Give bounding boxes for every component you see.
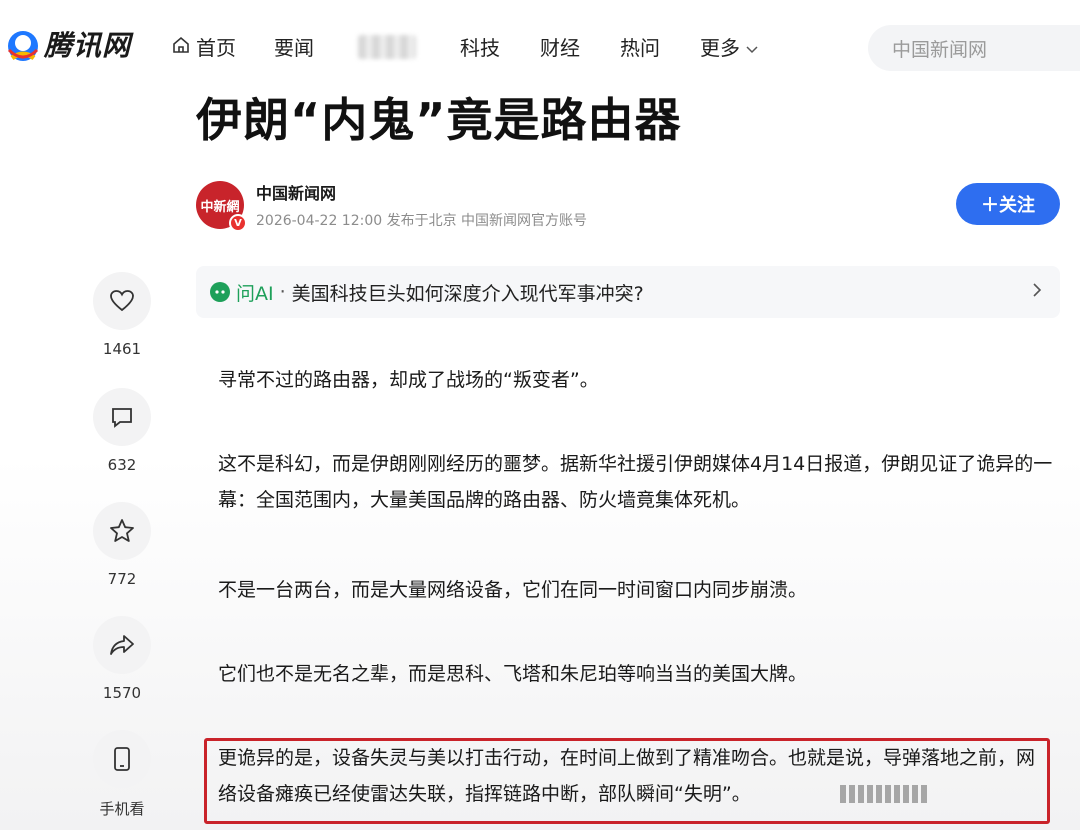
nav-more-label: 更多 bbox=[700, 36, 740, 60]
search-placeholder: 中国新闻网 bbox=[892, 38, 988, 61]
ask-ai-bar[interactable]: 问AI · 美国科技巨头如何深度介入现代军事冲突? bbox=[196, 266, 1060, 318]
nav-finance-label: 财经 bbox=[540, 36, 580, 60]
paragraph-2: 这不是科幻，而是伊朗刚刚经历的噩梦。据新华社援引伊朗媒体4月14日报道，伊朗见证… bbox=[218, 453, 1053, 511]
like-action[interactable]: 1461 bbox=[92, 272, 152, 358]
article-title: 伊朗“内鬼”竟是路由器 bbox=[196, 93, 682, 147]
author-info: 中新網 V 中国新闻网 2026-04-22 12:00 发布于北京 中国新闻网… bbox=[196, 180, 588, 232]
tencent-logo[interactable]: 腾讯网 bbox=[6, 24, 131, 64]
nav-news[interactable]: 要闻 bbox=[274, 32, 314, 61]
nav-finance[interactable]: 财经 bbox=[540, 32, 580, 61]
nav-home[interactable]: 首页 bbox=[172, 32, 236, 61]
search-input[interactable]: 中国新闻网 bbox=[868, 25, 1080, 71]
share-count: 1570 bbox=[102, 684, 142, 702]
main-nav: 首页 要闻 科技 财经 热问 更多 bbox=[172, 32, 758, 61]
share-icon[interactable] bbox=[93, 616, 151, 674]
nav-hot-questions[interactable]: 热问 bbox=[620, 32, 660, 61]
mobile-view-label: 手机看 bbox=[99, 800, 145, 818]
avatar-text: 中新網 bbox=[200, 199, 240, 215]
tencent-logo-icon bbox=[6, 24, 40, 64]
ai-label: 问AI bbox=[236, 282, 274, 305]
paragraph-4: 它们也不是无名之辈，而是思科、飞塔和朱尼珀等响当当的美国大牌。 bbox=[218, 663, 808, 685]
chevron-down-icon bbox=[746, 35, 758, 59]
nav-more[interactable]: 更多 bbox=[700, 32, 758, 61]
nav-tech-label: 科技 bbox=[460, 36, 500, 60]
blurred-nav-item[interactable] bbox=[358, 34, 416, 59]
nav-home-label: 首页 bbox=[196, 36, 236, 60]
share-action[interactable]: 1570 bbox=[92, 616, 152, 702]
logo-text: 腾讯网 bbox=[44, 29, 132, 62]
paragraph-3: 不是一台两台，而是大量网络设备，它们在同一时间窗口内同步崩溃。 bbox=[218, 579, 808, 601]
favorite-action[interactable]: 772 bbox=[92, 502, 152, 588]
ai-separator: · bbox=[279, 281, 286, 303]
comment-count: 632 bbox=[107, 456, 137, 474]
star-icon[interactable] bbox=[93, 502, 151, 560]
ai-chat-icon bbox=[210, 282, 230, 302]
nav-tech[interactable]: 科技 bbox=[460, 32, 500, 61]
top-navigation: 腾讯网 首页 要闻 科技 财经 热问 更多 中国新闻网 bbox=[0, 0, 1080, 92]
like-count: 1461 bbox=[102, 340, 142, 358]
nav-hot-label: 热问 bbox=[620, 36, 660, 60]
publish-meta: 2026-04-22 12:00 发布于北京 中国新闻网官方账号 bbox=[256, 213, 588, 229]
chevron-right-icon bbox=[1032, 280, 1042, 304]
home-icon bbox=[172, 35, 190, 59]
paragraph-1: 寻常不过的路由器，却成了战场的“叛变者”。 bbox=[218, 369, 599, 391]
author-name[interactable]: 中国新闻网 bbox=[256, 180, 587, 204]
verified-badge-icon: V bbox=[229, 214, 247, 232]
favorite-count: 772 bbox=[107, 570, 137, 588]
nav-news-label: 要闻 bbox=[274, 36, 314, 60]
phone-icon[interactable] bbox=[93, 730, 151, 788]
ai-question: 美国科技巨头如何深度介入现代军事冲突? bbox=[291, 282, 644, 305]
heart-icon[interactable] bbox=[93, 272, 151, 330]
watermark bbox=[840, 784, 1056, 804]
comment-icon[interactable] bbox=[93, 388, 151, 446]
comment-action[interactable]: 632 bbox=[92, 388, 152, 474]
follow-button[interactable]: ＋关注 bbox=[956, 183, 1060, 225]
author-avatar[interactable]: 中新網 V bbox=[196, 181, 247, 232]
mobile-view-action[interactable]: 手机看 bbox=[92, 730, 152, 819]
